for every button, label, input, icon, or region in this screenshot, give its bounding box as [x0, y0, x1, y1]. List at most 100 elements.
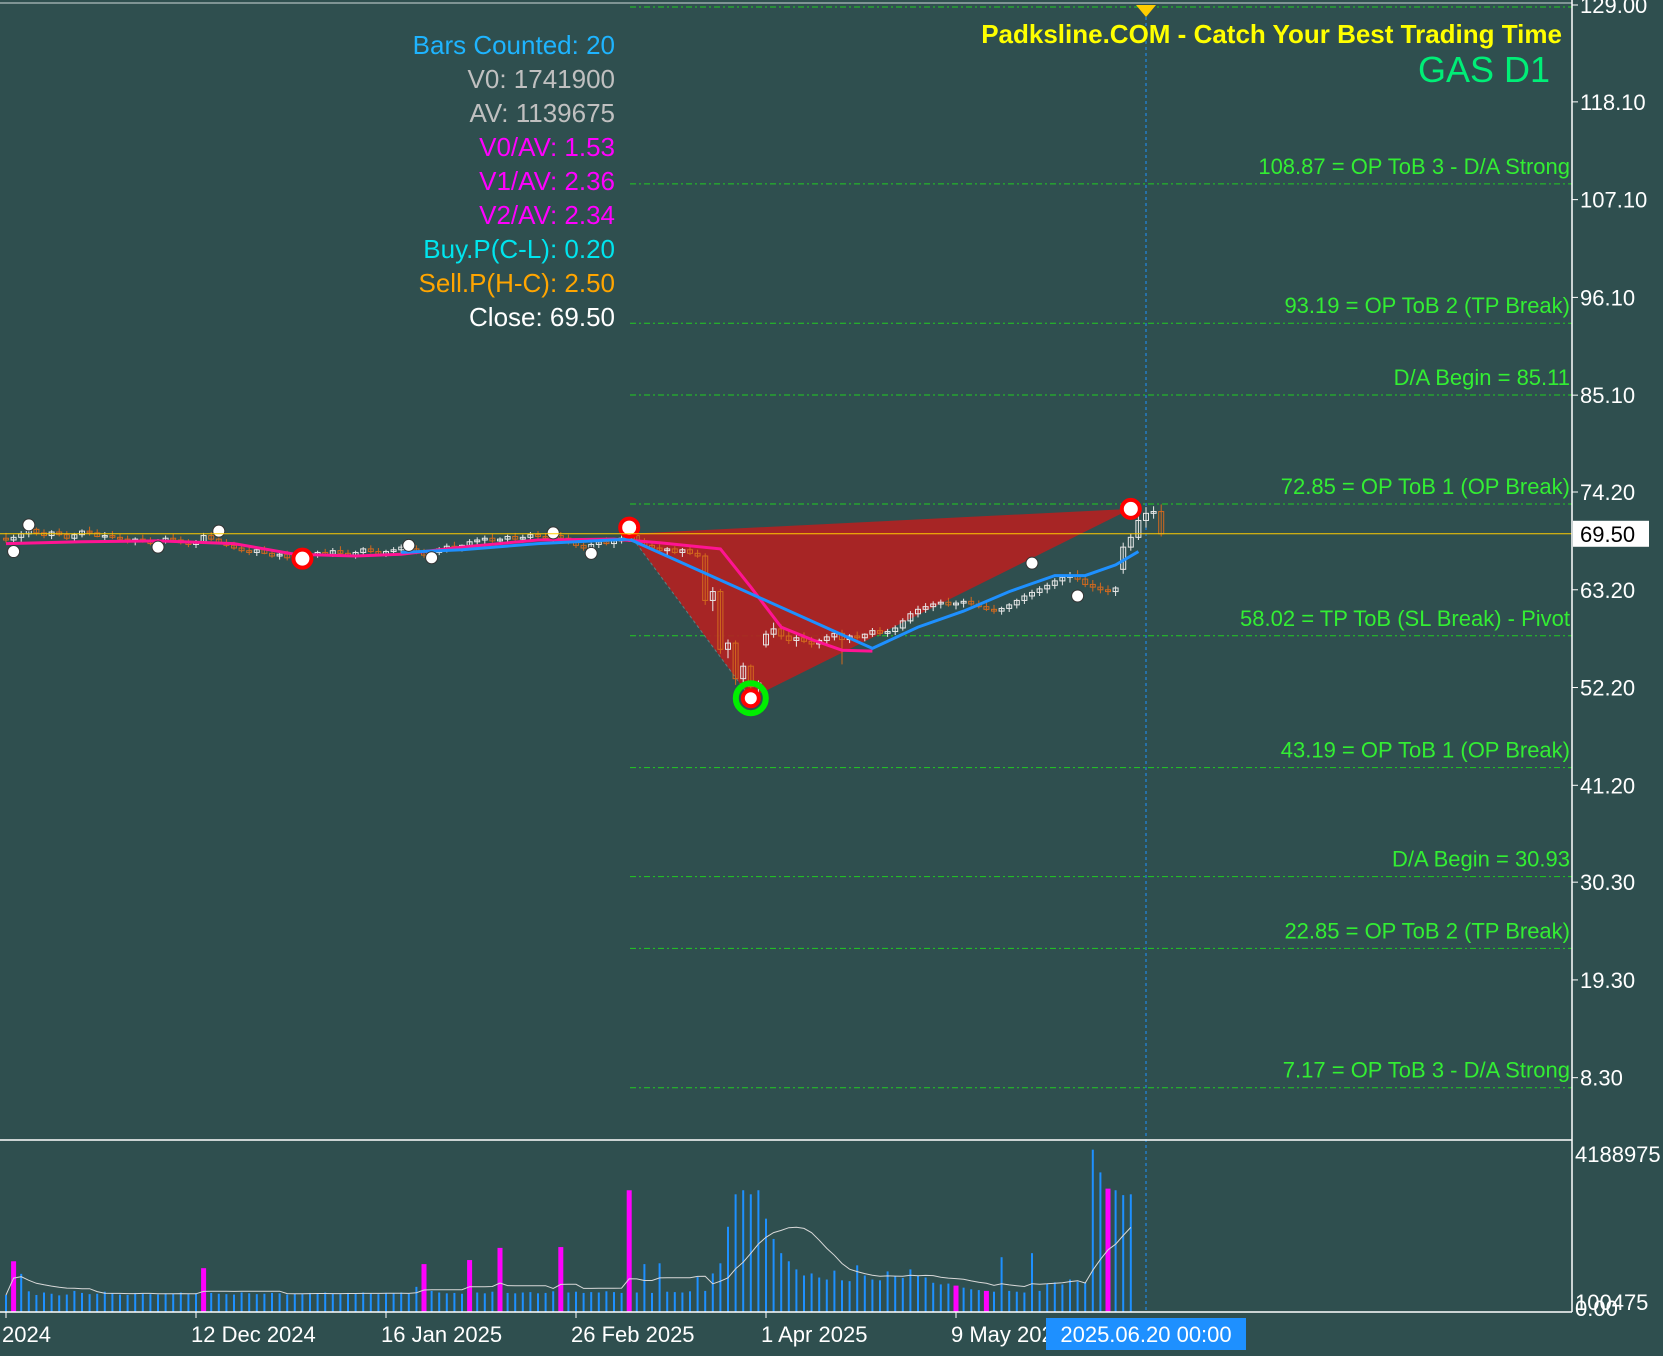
volume-bar: [27, 1291, 30, 1312]
volume-bar: [894, 1276, 897, 1312]
volume-bar: [293, 1293, 296, 1312]
volume-bar: [1053, 1282, 1056, 1312]
volume-bar: [141, 1293, 144, 1312]
volume-bar: [149, 1294, 152, 1312]
volume-bar: [901, 1277, 904, 1312]
pivot-dot: [402, 538, 416, 552]
volume-bar: [666, 1291, 669, 1312]
volume-bar: [187, 1294, 190, 1312]
pivot-dot: [425, 551, 439, 565]
pivot-dot: [212, 524, 226, 538]
volume-bar: [932, 1282, 935, 1312]
triangle-fill: [629, 508, 1131, 699]
volume-bar: [590, 1292, 593, 1312]
volume-bar: [651, 1292, 653, 1312]
volume-bar: [787, 1261, 790, 1312]
x-tick-label: 1 Apr 2025: [761, 1322, 867, 1347]
volume-bar: [453, 1292, 456, 1312]
y-tick-label: 96.10: [1580, 285, 1635, 310]
volume-bar: [696, 1277, 699, 1312]
x-tick-label: 26 Feb 2025: [571, 1322, 695, 1347]
volume-bar: [73, 1290, 76, 1312]
volume-bar: [119, 1294, 121, 1312]
stat-line: V1/AV: 2.36: [479, 166, 615, 196]
volume-bar: [620, 1292, 623, 1312]
volume-bar: [727, 1226, 729, 1312]
volume-bar: [467, 1260, 473, 1312]
volume-bar: [658, 1263, 661, 1312]
cursor-marker: [1136, 5, 1156, 17]
volume-bar: [240, 1292, 243, 1312]
volume-bar: [65, 1294, 68, 1312]
volume-bar: [491, 1291, 494, 1312]
banner-text: Padksline.COM - Catch Your Best Trading …: [981, 19, 1562, 49]
volume-bar: [704, 1290, 707, 1312]
level-label: D/A Begin = 85.11: [1394, 365, 1570, 390]
volume-bar: [20, 1273, 23, 1312]
volume-bar: [210, 1292, 213, 1312]
volume-bar: [567, 1292, 570, 1312]
volume-bar: [445, 1293, 448, 1312]
volume-bar: [833, 1270, 836, 1312]
volume-bar: [179, 1292, 182, 1312]
stat-line: V2/AV: 2.34: [479, 200, 615, 230]
volume-bar: [483, 1293, 486, 1312]
volume-bar: [917, 1275, 919, 1312]
volume-bar: [772, 1238, 775, 1312]
volume-bar: [879, 1280, 881, 1312]
volume-bar: [1076, 1281, 1079, 1312]
trading-chart: 108.87 = OP ToB 3 - D/A Strong 93.19 = OP…: [0, 0, 1663, 1351]
volume-bar: [278, 1293, 281, 1312]
volume-bar: [111, 1293, 114, 1312]
volume-bar: [841, 1280, 843, 1312]
volume-bar: [233, 1294, 235, 1312]
volume-bar: [11, 1261, 17, 1312]
volume-bar: [263, 1293, 266, 1312]
volume-bar: [924, 1277, 927, 1312]
red-ring-marker: [291, 547, 314, 570]
pivot-dot: [584, 546, 598, 560]
volume-bar: [195, 1293, 197, 1312]
volume-bar: [157, 1294, 159, 1312]
volume-bar: [558, 1247, 564, 1312]
level-label: 22.85 = OP ToB 2 (TP Break): [1284, 918, 1570, 943]
volume-bar: [863, 1275, 866, 1312]
level-label: D/A Begin = 30.93: [1392, 847, 1570, 872]
volume-bar: [369, 1293, 372, 1312]
volume-bar: [711, 1273, 714, 1312]
volume-bar: [993, 1291, 995, 1312]
pivot-dot: [22, 518, 36, 532]
volume-bar: [977, 1290, 980, 1312]
volume-bar: [1015, 1291, 1018, 1312]
volume-average-line: [5, 1226, 1132, 1296]
volume-bar: [400, 1292, 403, 1312]
volume-bar: [1008, 1290, 1011, 1312]
volume-bar: [1000, 1257, 1003, 1312]
volume-bar: [81, 1292, 83, 1312]
level-label: 108.87 = OP ToB 3 - D/A Strong: [1258, 154, 1570, 179]
pivot-dot: [7, 545, 21, 559]
volume-bar: [134, 1292, 137, 1312]
volume-bar: [575, 1291, 577, 1312]
x-tick-label: 2024: [2, 1322, 51, 1347]
close-price-label: 69.50: [1580, 522, 1635, 547]
red-ring-marker: [1119, 497, 1142, 520]
volume-bar: [1084, 1282, 1087, 1312]
volume-max-label: 4188975: [1575, 1142, 1661, 1167]
volume-bar: [825, 1279, 828, 1312]
volume-bar: [673, 1292, 676, 1312]
volume-bar: [347, 1292, 349, 1312]
volume-bar: [552, 1291, 555, 1312]
volume-bar: [780, 1253, 783, 1312]
volume-bar: [248, 1293, 251, 1312]
volume-bar: [255, 1294, 258, 1312]
volume-bar: [497, 1247, 503, 1312]
chart-canvas: 108.87 = OP ToB 3 - D/A Strong 93.19 = OP…: [0, 0, 1661, 1350]
volume-bar: [362, 1292, 365, 1312]
volume-bar: [1038, 1290, 1041, 1312]
red-ring-marker: [740, 688, 761, 709]
volume-bar: [316, 1293, 319, 1312]
pivot-dot: [1071, 589, 1085, 603]
volume-bar: [217, 1293, 220, 1312]
volume-bar: [613, 1292, 615, 1312]
